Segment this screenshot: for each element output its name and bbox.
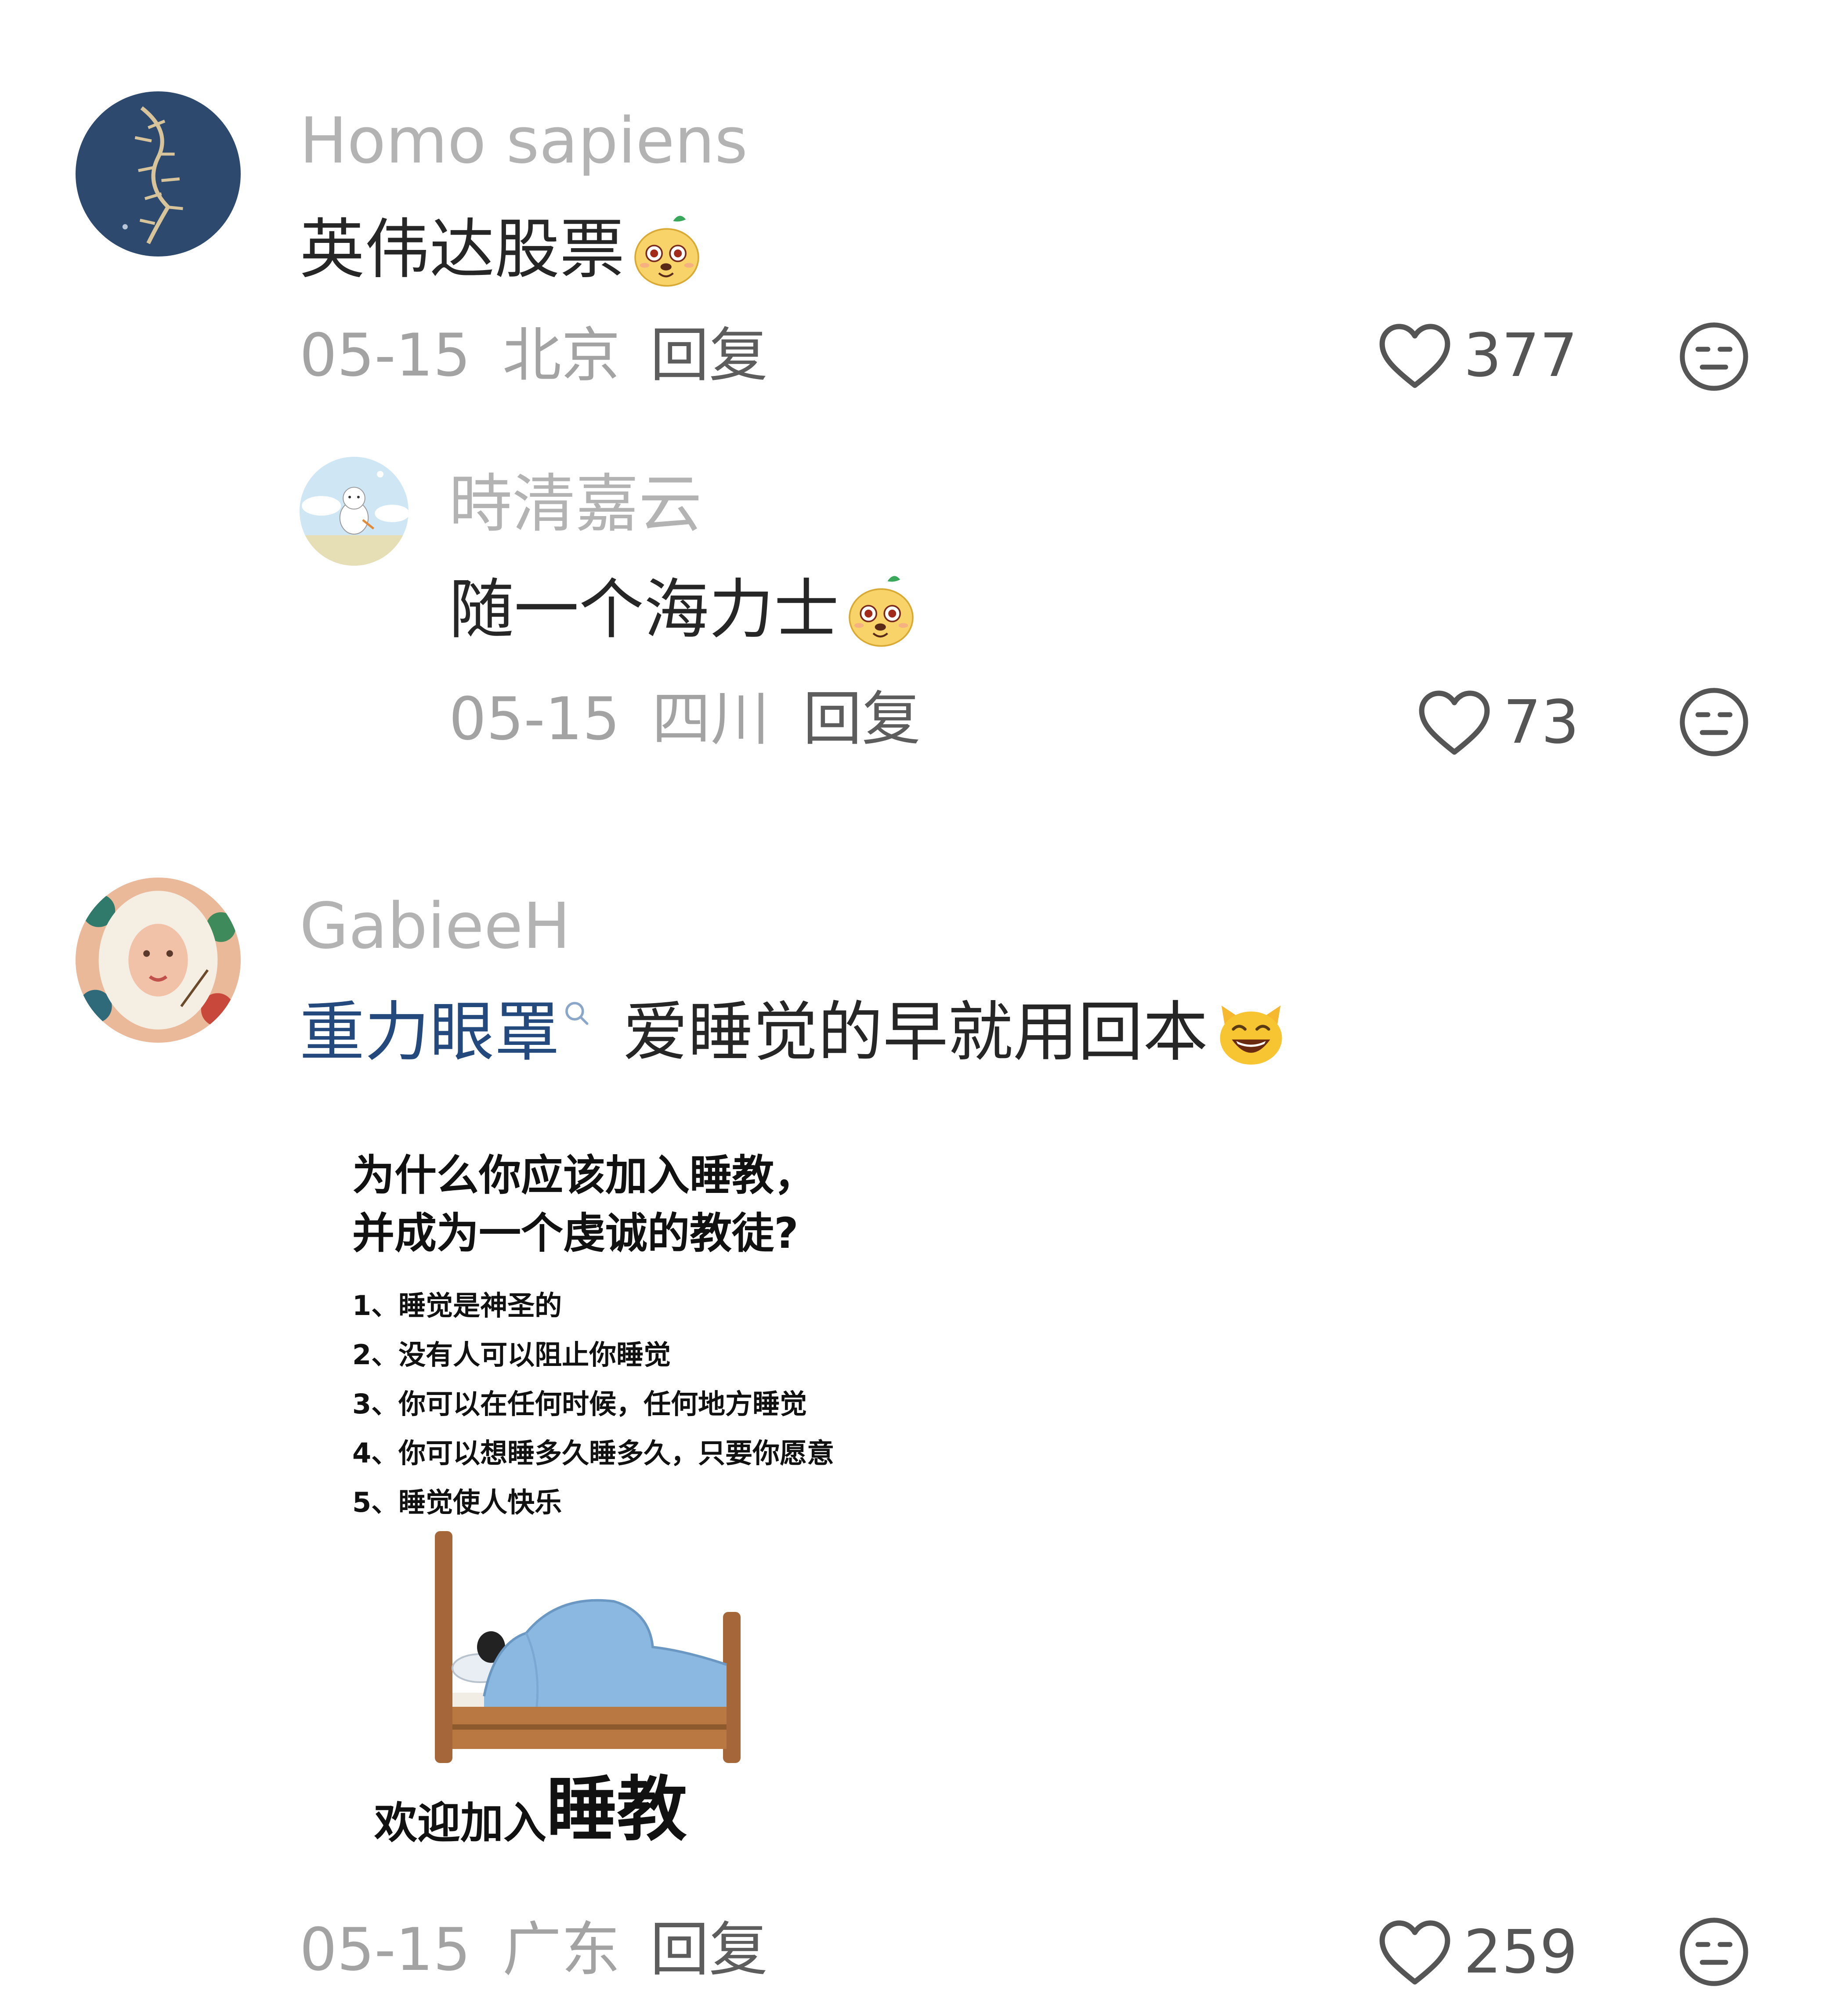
like-count: 259 [1464, 1918, 1578, 1987]
image-title-line: 为什么你应该加入睡教， [352, 1151, 816, 1200]
comment-date: 05-15 [300, 1915, 471, 1984]
dislike-button[interactable] [1677, 685, 1751, 761]
image-list-item: 2、没有人可以阻止你睡觉 [352, 1339, 671, 1371]
comment-location: 北京 [502, 321, 620, 390]
comment-location: 广东 [502, 1915, 620, 1984]
image-title: 为什么你应该加入睡教， 并成为一个虔诚的教徒? [352, 1146, 816, 1263]
comment-text-content: 爱睡觉的早就用回本 [623, 994, 1208, 1070]
grinning-cat-emoji [1214, 995, 1288, 1069]
avatar[interactable] [76, 91, 241, 257]
avatar[interactable] [76, 878, 241, 1043]
image-welcome: 欢迎加入 睡教 [374, 1774, 687, 1845]
username[interactable]: GabieeH [300, 894, 571, 957]
comment-location: 四川 [651, 685, 770, 753]
dislike-face-icon [1680, 688, 1748, 756]
heart-icon [1379, 324, 1450, 388]
comment-meta: 05-15 北京 [300, 326, 620, 385]
reply-button[interactable]: 回复 [803, 690, 921, 748]
comment-text-content: 随一个海力士 [449, 572, 839, 647]
heart-icon [1419, 690, 1490, 755]
doge-sticker [627, 210, 706, 289]
like-button[interactable]: 377 [1378, 321, 1578, 391]
comment-date: 05-15 [449, 685, 620, 753]
image-welcome-prefix: 欢迎加入 [374, 1798, 547, 1848]
topic-link[interactable]: 重力眼罩 [300, 1000, 560, 1065]
like-button[interactable]: 73 [1417, 687, 1579, 758]
avatar[interactable] [300, 457, 409, 566]
username[interactable]: Homo sapiens [300, 109, 748, 172]
image-title-line: 并成为一个虔诚的教徒? [352, 1209, 799, 1258]
comment-text: 重力眼罩 爱睡觉的早就用回本 [300, 993, 1288, 1072]
comment-text: 随一个海力士 [449, 570, 921, 649]
like-count: 73 [1503, 688, 1580, 757]
comment-date: 05-15 [300, 321, 471, 390]
image-list-item: 4、你可以想睡多久睡多久，只要你愿意 [352, 1437, 835, 1469]
image-list-item: 5、睡觉使人快乐 [352, 1486, 562, 1518]
bed-emoji [435, 1531, 741, 1763]
doge-sticker [842, 570, 921, 649]
comment-text-content: 英伟达股票 [300, 212, 625, 287]
username[interactable]: 時清嘉云 [449, 472, 702, 535]
comment-meta: 05-15 四川 [449, 690, 770, 748]
reply-button[interactable]: 回复 [650, 326, 768, 385]
comment-image[interactable]: 为什么你应该加入睡教， 并成为一个虔诚的教徒? 1、睡觉是神圣的 2、没有人可以… [300, 1129, 871, 1867]
image-list-item: 1、睡觉是神圣的 [352, 1290, 562, 1322]
dislike-face-icon [1680, 1918, 1748, 1986]
image-list-item: 3、你可以在任何时候，任何地方睡觉 [352, 1388, 807, 1420]
image-welcome-emphasis: 睡教 [546, 1768, 687, 1850]
reply-button[interactable]: 回复 [650, 1920, 768, 1979]
like-button[interactable]: 259 [1378, 1917, 1578, 1987]
comment-meta: 05-15 广东 [300, 1920, 620, 1979]
dislike-face-icon [1680, 322, 1748, 391]
like-count: 377 [1464, 321, 1578, 390]
dislike-button[interactable] [1677, 1915, 1751, 1991]
comment-text: 英伟达股票 [300, 210, 706, 289]
dislike-button[interactable] [1677, 320, 1751, 395]
heart-icon [1379, 1920, 1450, 1985]
search-icon [565, 1002, 589, 1025]
